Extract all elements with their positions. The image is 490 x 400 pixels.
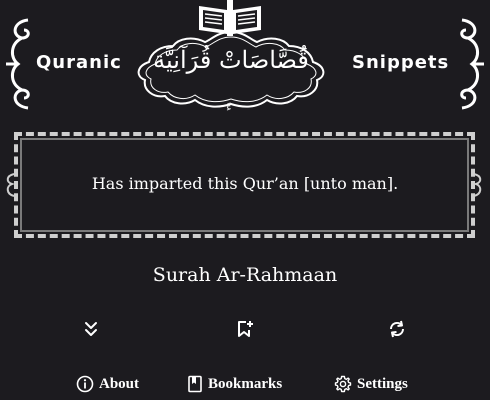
chevrons-down-icon[interactable] [82,320,100,338]
refresh-icon[interactable] [388,320,406,338]
book-icon [188,375,202,393]
surah-name: Surah Ar-Rahmaan [152,264,338,286]
brand-word-right: Snippets [352,52,450,73]
verse-text: Has imparted this Qur’an [unto man]. [91,174,399,193]
frame-ornament-left-icon [6,173,16,197]
settings-link[interactable]: Settings [334,374,408,394]
about-label: About [99,375,140,392]
brand-word-left: Quranic [36,52,122,73]
arabic-title: قُصَّاصَاتْ قُرَآنِيَّة [153,46,309,74]
bookmark-plus-icon[interactable] [236,320,254,338]
about-link[interactable]: About [76,374,139,394]
bookmarks-label: Bookmarks [208,375,283,392]
info-icon [76,375,94,393]
app-header: Quranic Snippets قُصَّاصَاتْ قُرَآنِيَّة… [0,0,490,130]
bookmarks-link[interactable]: Bookmarks [187,374,282,394]
settings-label: Settings [357,375,408,392]
gear-icon [334,375,352,393]
frame-ornament-right-icon [472,173,482,197]
left-scroll-ornament-icon [6,18,30,110]
right-scroll-ornament-icon [460,18,484,110]
arabic-mark: ءَ [226,100,232,114]
